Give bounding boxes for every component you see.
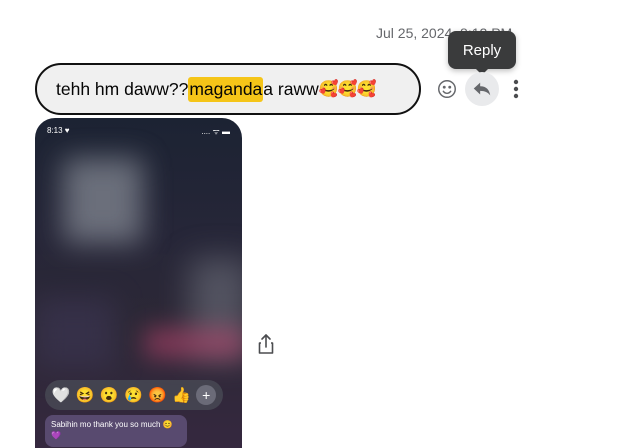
- reaction-sad: 😢: [123, 387, 143, 404]
- phone-status-time: 8:13 ♥: [47, 126, 70, 135]
- more-vertical-icon: [513, 79, 519, 99]
- reaction-angry: 😡: [148, 387, 167, 404]
- reply-tooltip: Reply: [448, 31, 516, 75]
- reaction-like: 👍: [172, 387, 191, 404]
- share-icon: [258, 334, 274, 354]
- blurred-region: [145, 328, 242, 358]
- reply-icon: [473, 82, 491, 96]
- phone-status-bar: 8:13 ♥ .... ᯤ ▬: [47, 126, 230, 137]
- message-emoji: 🥰🥰🥰: [318, 81, 377, 98]
- phone-status-icons: .... ᯤ ▬: [201, 127, 230, 136]
- reaction-laugh: 😆: [75, 387, 95, 404]
- more-options-button[interactable]: [500, 72, 532, 106]
- phone-message-bubble: Sabihin mo thank you so much 😊 💜: [45, 415, 187, 447]
- reaction-heart: 🤍: [51, 387, 71, 404]
- image-attachment[interactable]: 8:13 ♥ .... ᯤ ▬ 🤍 😆 😮 😢 😡 👍 + Sabihin mo…: [35, 118, 242, 448]
- share-button[interactable]: [256, 333, 276, 355]
- smile-icon: [438, 80, 456, 98]
- reaction-wow: 😮: [99, 387, 119, 404]
- message-text-before: tehh hm daww??: [56, 78, 189, 99]
- phone-reaction-bar: 🤍 😆 😮 😢 😡 👍 +: [45, 380, 223, 410]
- reaction-add-icon: +: [196, 385, 217, 405]
- reply-button[interactable]: [465, 72, 499, 106]
- message-bubble[interactable]: tehh hm daww?? maganda a raww 🥰🥰🥰: [35, 63, 421, 115]
- react-button[interactable]: [430, 72, 464, 106]
- blurred-region: [35, 298, 115, 368]
- message-text-after: a raww: [263, 78, 319, 99]
- blurred-region: [63, 158, 143, 243]
- message-search-highlight: maganda: [188, 76, 264, 102]
